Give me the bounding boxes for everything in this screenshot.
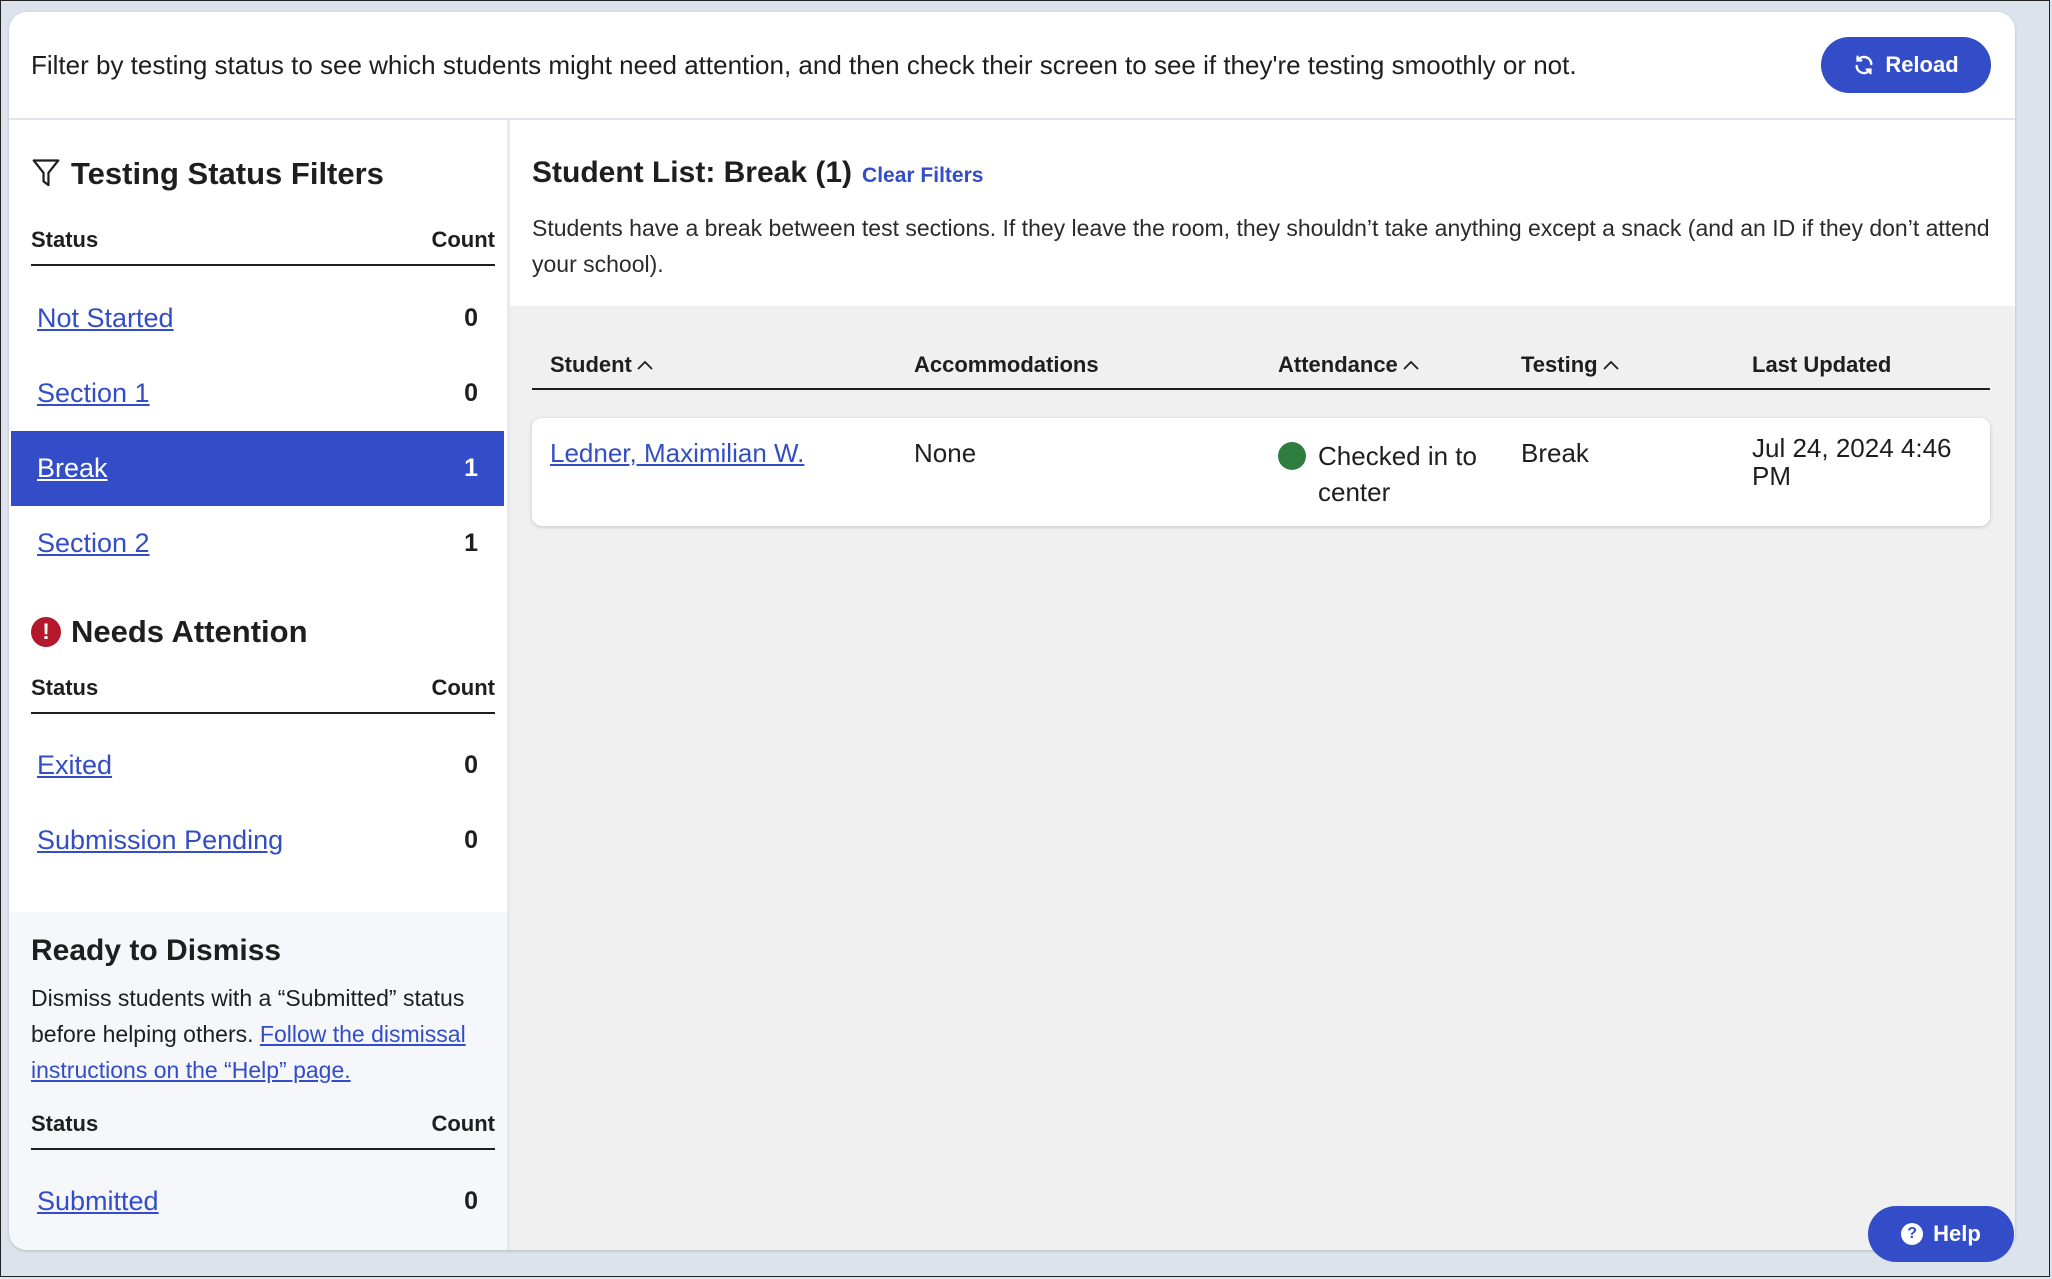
filter-count: 1 (464, 529, 478, 557)
banner-text: Filter by testing status to see which st… (31, 50, 1577, 80)
count-header: Count (431, 1111, 495, 1136)
filter-link-section-2[interactable]: Section 2 (37, 528, 150, 559)
list-description: Students have a break between test secti… (532, 215, 1990, 277)
filter-link-section-1[interactable]: Section 1 (37, 378, 150, 409)
ready-to-dismiss-panel: Ready to Dismiss Dismiss students with a… (9, 912, 507, 1250)
accommodations-cell: None (914, 438, 977, 468)
table-header: Student Accommodations Attendance Testin… (532, 340, 1990, 390)
sidebar: Testing Status Filters Status Count Not … (9, 120, 510, 1250)
reload-label: Reload (1885, 52, 1959, 77)
app-frame: Filter by testing status to see which st… (9, 12, 2015, 1250)
dismiss-count: 0 (464, 1187, 478, 1215)
dismiss-row-submitted[interactable]: Submitted 0 (11, 1164, 504, 1239)
dismiss-description: Dismiss students with a “Submitted” stat… (31, 980, 501, 1088)
filter-row-section-1[interactable]: Section 1 0 (11, 356, 504, 431)
testing-cell: Break (1521, 438, 1589, 468)
help-label: Help (1933, 1221, 1981, 1246)
attention-link-submission-pending[interactable]: Submission Pending (37, 825, 283, 856)
sort-up-icon (1602, 360, 1619, 370)
column-attendance-label: Attendance (1278, 352, 1398, 377)
column-accommodations-label: Accommodations (914, 352, 1099, 377)
dismiss-title: Ready to Dismiss (31, 934, 282, 967)
checked-in-status-dot (1278, 442, 1306, 470)
filter-link-not-started[interactable]: Not Started (37, 303, 174, 334)
attention-title: Needs Attention (71, 614, 308, 649)
dismiss-link-submitted[interactable]: Submitted (37, 1186, 159, 1217)
status-header: Status (31, 675, 99, 700)
attention-count: 0 (464, 751, 478, 779)
filter-count: 1 (464, 454, 478, 482)
attendance-cell: Checked in to center (1278, 438, 1478, 510)
needs-attention-heading: ! Needs Attention (31, 614, 308, 650)
refresh-icon (1855, 55, 1873, 75)
filter-count: 0 (464, 304, 478, 332)
attention-row-submission-pending[interactable]: Submission Pending 0 (11, 803, 504, 878)
attention-row-exited[interactable]: Exited 0 (11, 728, 504, 803)
clear-filters-button[interactable]: Clear Filters (862, 164, 983, 188)
sort-up-icon (1403, 360, 1419, 370)
dismiss-column-header: Status Count (31, 1100, 495, 1150)
list-title-text: Student List: Break (1) (532, 156, 853, 189)
status-header: Status (31, 1111, 99, 1136)
column-attendance[interactable]: Attendance (1278, 352, 1420, 378)
column-student-label: Student (550, 352, 632, 377)
attention-column-header: Status Count (31, 664, 495, 714)
alert-icon: ! (31, 617, 61, 647)
filter-count: 0 (464, 379, 478, 407)
student-name-link[interactable]: Ledner, Maximilian W. (550, 438, 804, 468)
count-header: Count (431, 227, 495, 252)
column-testing-label: Testing (1521, 352, 1598, 377)
help-button[interactable]: ? Help (1868, 1206, 2014, 1262)
column-accommodations: Accommodations (914, 352, 1099, 378)
filter-row-not-started[interactable]: Not Started 0 (11, 281, 504, 356)
status-header: Status (31, 227, 99, 252)
last-updated-cell: Jul 24, 2024 4:46 PM (1752, 433, 1952, 491)
column-last-updated: Last Updated (1752, 352, 1891, 378)
filters-column-header: Status Count (31, 216, 495, 266)
attention-count: 0 (464, 826, 478, 854)
reload-button[interactable]: Reload (1821, 37, 1991, 93)
student-list-panel: Student List: Break (1) Clear Filters St… (510, 120, 2015, 1250)
student-list-title: Student List: Break (1) Clear Filters (532, 156, 983, 190)
sort-up-icon (637, 360, 653, 370)
count-header: Count (431, 675, 495, 700)
column-testing[interactable]: Testing (1521, 352, 1620, 378)
filter-row-section-2[interactable]: Section 2 1 (11, 506, 504, 581)
question-icon: ? (1901, 1223, 1924, 1245)
attention-link-exited[interactable]: Exited (37, 750, 112, 781)
filter-row-break[interactable]: Break 1 (11, 431, 504, 506)
info-banner: Filter by testing status to see which st… (9, 12, 2015, 120)
student-cell: Ledner, Maximilian W. (550, 438, 804, 469)
student-list-header: Student List: Break (1) Clear Filters St… (510, 120, 2015, 306)
testing-status-filters-heading: Testing Status Filters (31, 156, 384, 192)
filters-title: Testing Status Filters (71, 156, 384, 191)
filter-icon (32, 159, 60, 187)
column-student[interactable]: Student (550, 352, 654, 378)
table-row: Ledner, Maximilian W. None Checked in to… (532, 418, 1990, 526)
column-last-updated-label: Last Updated (1752, 352, 1892, 377)
attendance-text: Checked in to center (1318, 441, 1477, 507)
filter-link-break[interactable]: Break (37, 453, 108, 484)
